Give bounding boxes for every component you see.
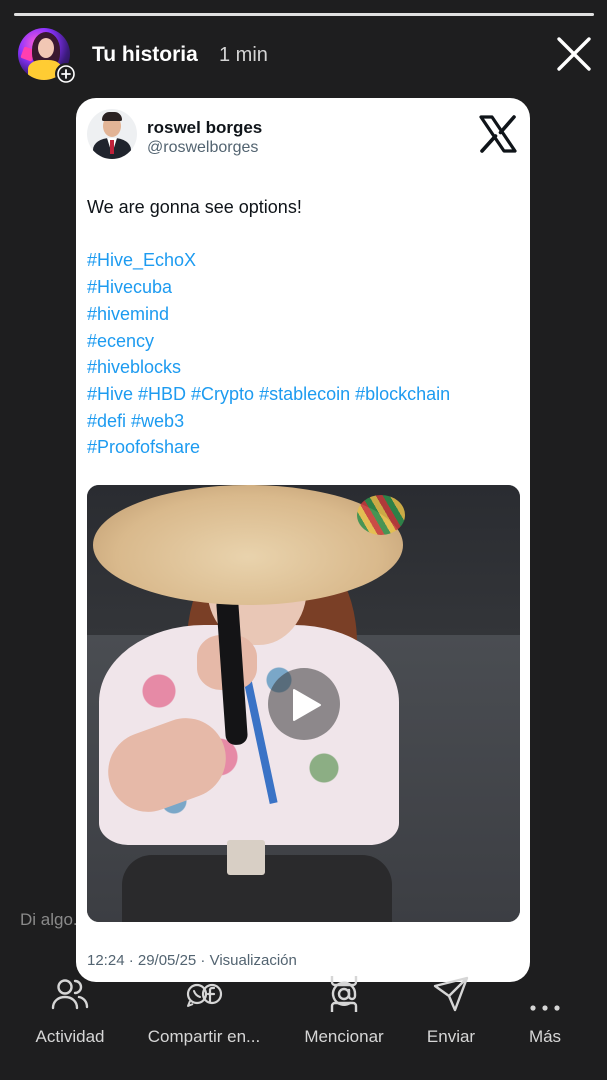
tweet-text: We are gonna see options! #Hive_EchoX #H… [87,194,517,461]
story-progress-fill [14,13,594,16]
share-apps-icon [186,983,223,1007]
story-time: 1 min [219,44,268,66]
author-handle: @roswelborges [147,139,259,156]
play-icon [293,689,321,721]
story-title: Tu historia [92,43,198,66]
x-logo-icon [478,114,518,154]
story-header: Tu historia 1 min [18,28,594,85]
more-button[interactable]: Más [516,960,574,1060]
add-story-icon[interactable] [55,63,77,85]
people-icon [51,979,89,1010]
story-action-bar: Actividad Compartir en... Mencionar Envi… [0,960,607,1080]
mention-button[interactable]: Mencionar [295,960,393,1060]
story-progress-bar [14,13,594,16]
hashtag-line[interactable]: #hiveblocks [87,354,517,381]
author-name: roswel borges [147,118,263,137]
share-to-button[interactable]: Compartir en... [137,960,271,1060]
tweet-card[interactable]: roswel borges @roswelborges We are gonna… [76,98,530,982]
send-icon [433,976,469,1012]
close-icon [557,37,591,71]
tweet-body: We are gonna see options! [87,197,302,217]
hashtag-line[interactable]: #defi #web3 [87,408,517,435]
video-thumbnail[interactable] [87,485,520,922]
mention-label: Mencionar [304,1027,384,1046]
activity-label: Actividad [35,1027,105,1046]
hashtag-list: #Hive_EchoX #Hivecuba #hivemind #ecency … [87,247,517,461]
mention-icon [330,976,358,1012]
hashtag-line[interactable]: #ecency [87,328,517,355]
send-button[interactable]: Enviar [414,960,488,1060]
hashtag-line[interactable]: #hivemind [87,301,517,328]
close-button[interactable] [554,34,594,74]
more-icon [530,1005,560,1011]
hashtag-line[interactable]: #Hivecuba [87,274,517,301]
author-avatar [87,109,137,159]
play-button[interactable] [268,668,340,740]
share-to-label: Compartir en... [147,1027,261,1046]
send-label: Enviar [426,1027,476,1046]
more-label: Más [528,1027,562,1046]
hashtag-line[interactable]: #Hive #HBD #Crypto #stablecoin #blockcha… [87,381,517,408]
activity-button[interactable]: Actividad [20,960,120,1060]
hashtag-line[interactable]: #Proofofshare [87,434,517,461]
hashtag-line[interactable]: #Hive_EchoX [87,247,517,274]
